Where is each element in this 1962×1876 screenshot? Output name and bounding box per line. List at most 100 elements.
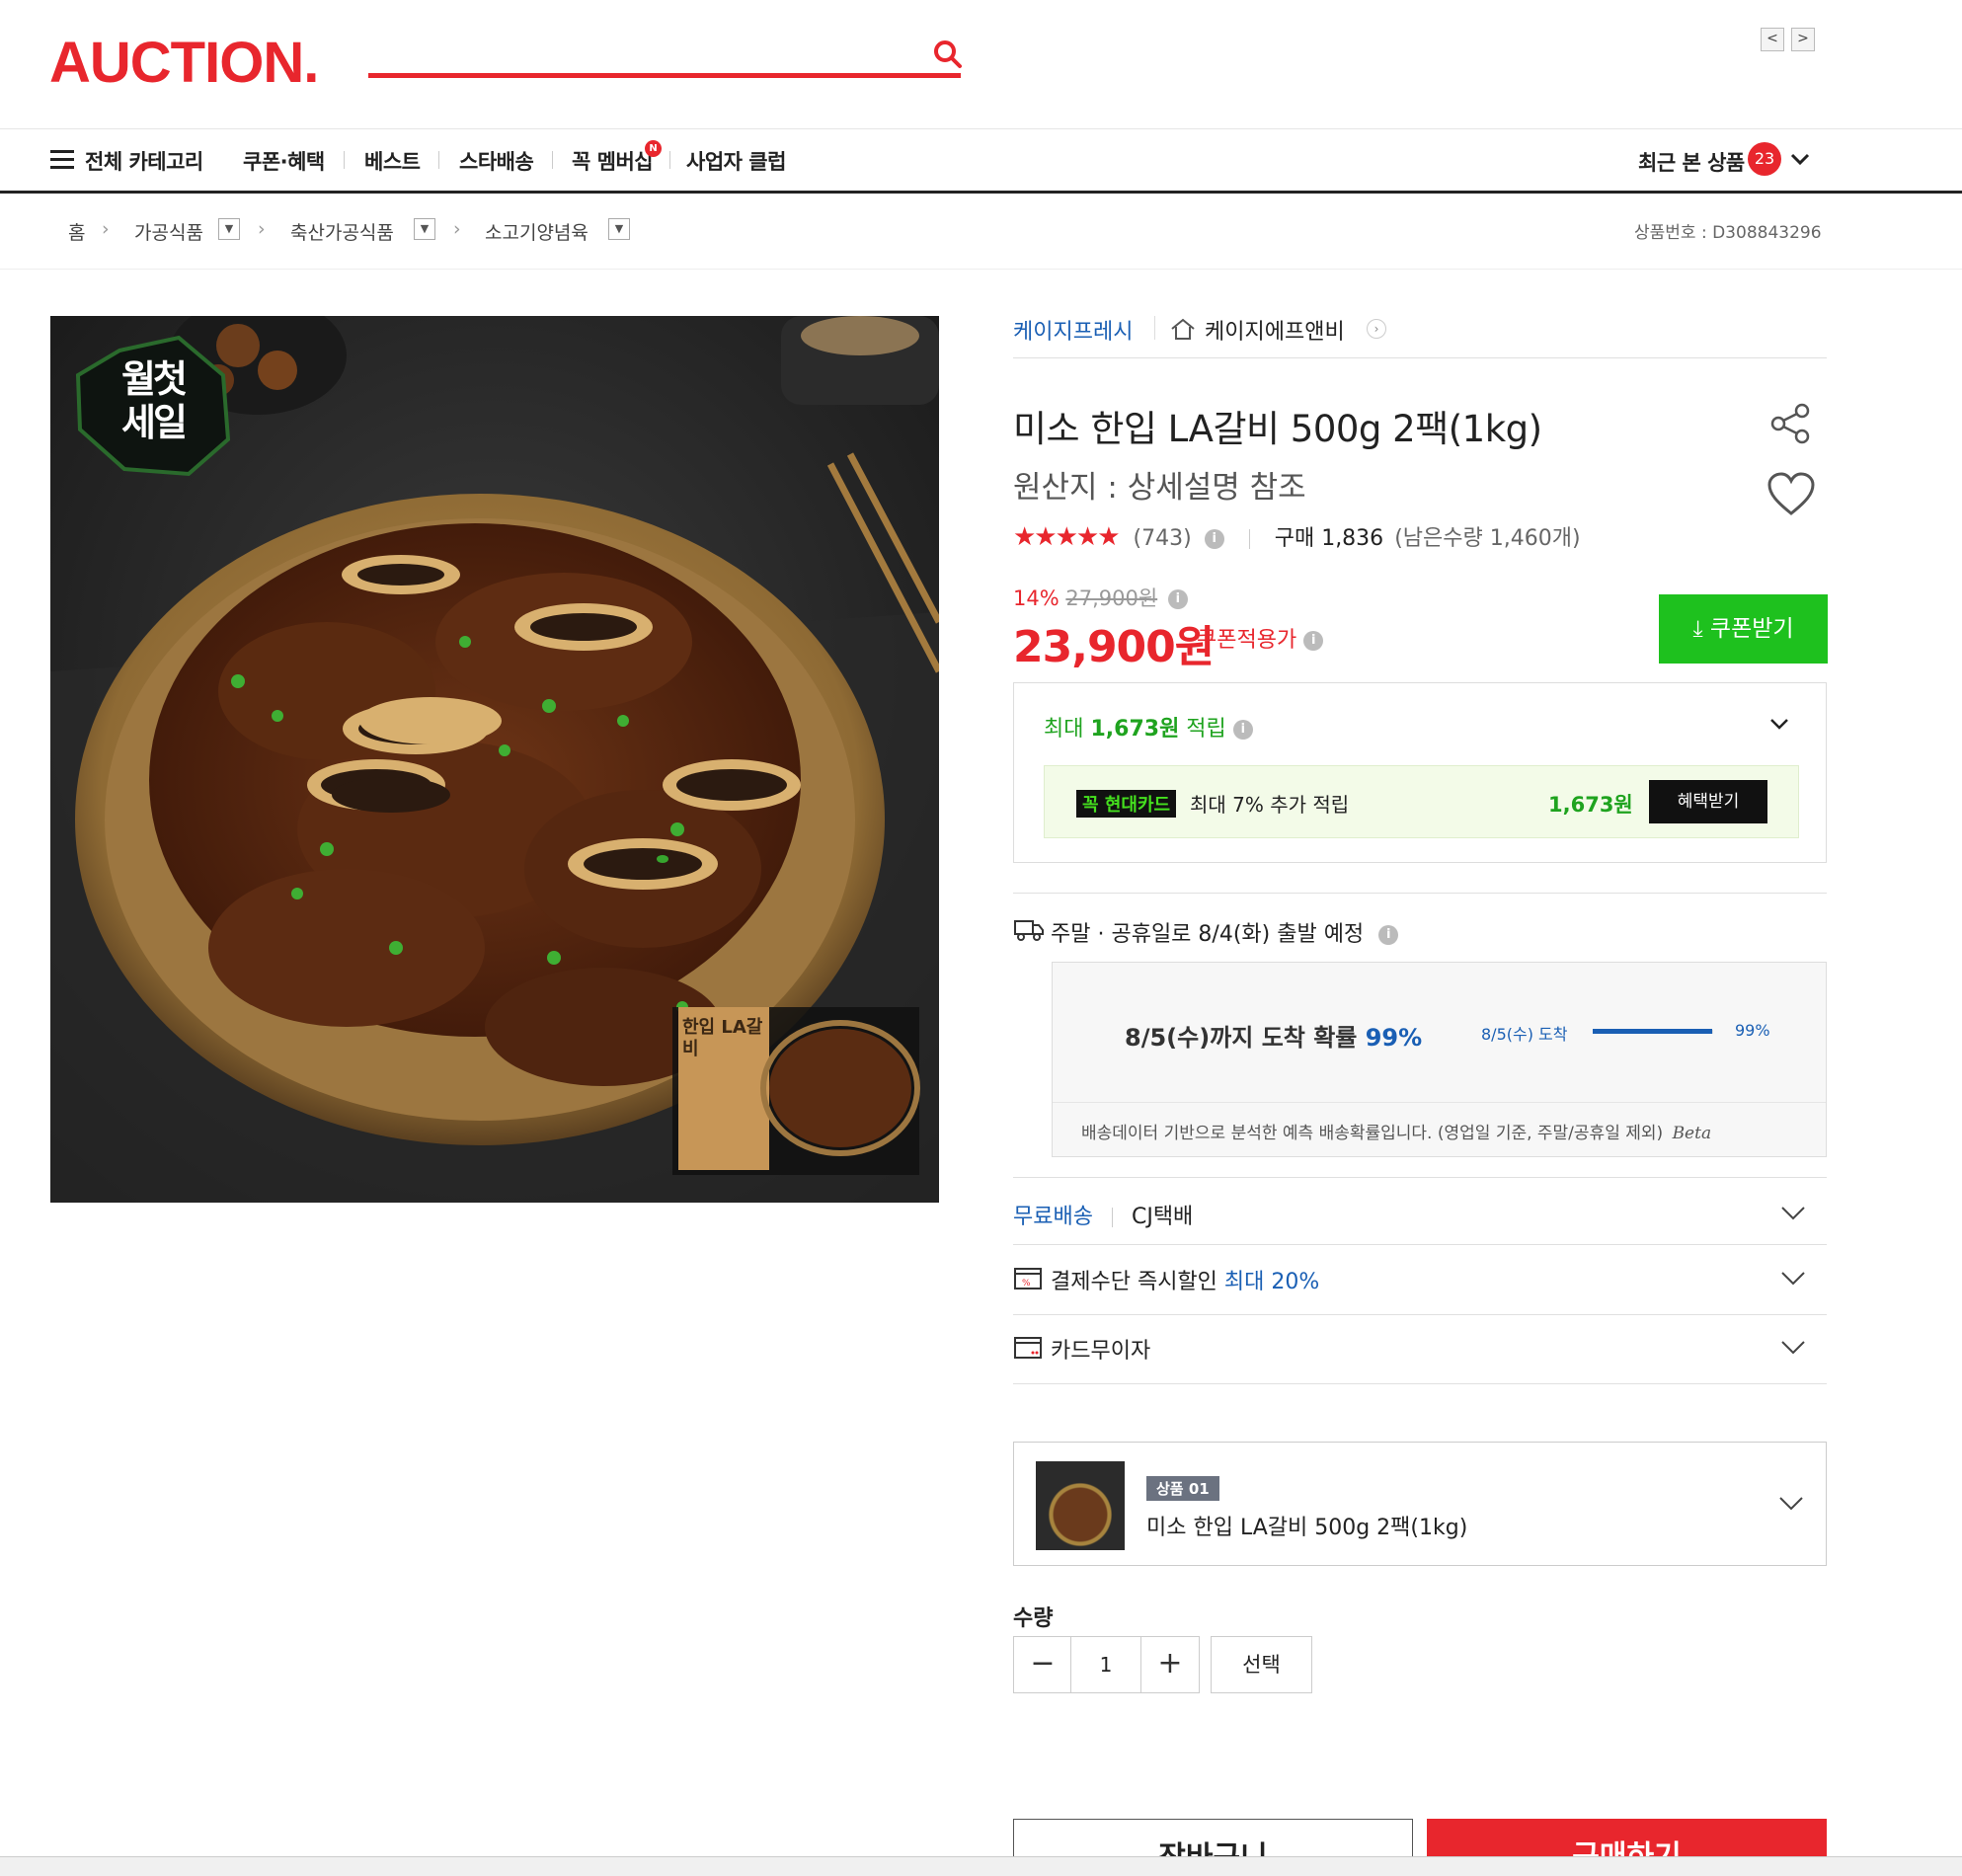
nav-divider — [552, 151, 553, 169]
divider — [1248, 529, 1250, 549]
menu-icon[interactable] — [50, 149, 74, 171]
probability-bar-fill — [1593, 1029, 1712, 1034]
quantity-minus-button[interactable]: − — [1014, 1637, 1071, 1692]
arrival-label: 8/5(수) 도착 — [1481, 1025, 1568, 1044]
card-icon — [1014, 1337, 1042, 1359]
card-points-amount: 1,673원 — [1548, 793, 1633, 817]
chevron-down-icon[interactable] — [1779, 1264, 1807, 1291]
breadcrumb-dropdown-icon[interactable]: ▼ — [218, 218, 240, 240]
chevron-down-icon[interactable] — [1768, 715, 1790, 733]
seller-name[interactable]: 케이지프레시 — [1013, 314, 1133, 346]
divider — [1013, 1383, 1827, 1384]
breadcrumb-dropdown-icon[interactable]: ▼ — [414, 218, 435, 240]
review-count[interactable]: (743) — [1134, 526, 1192, 551]
get-benefit-button[interactable]: 혜택받기 — [1649, 780, 1767, 823]
promo-badge-top: 월첫 — [121, 357, 188, 401]
divider — [1013, 1177, 1827, 1178]
nav-star-delivery[interactable]: 스타배송 — [459, 146, 534, 176]
nav-membership[interactable]: 꼭 멤버십 — [572, 146, 654, 176]
delivery-note: 배송데이터 기반으로 분석한 예측 배송확률입니다. (영업일 기준, 주말/공… — [1081, 1124, 1712, 1143]
product-number: 상품번호 : D308843296 — [1634, 223, 1822, 243]
store-home-icon — [1171, 318, 1195, 340]
quantity-plus-button[interactable]: + — [1141, 1637, 1199, 1692]
search-icon[interactable] — [930, 37, 966, 72]
quantity-input[interactable]: 1 — [1070, 1637, 1141, 1692]
quantity-label: 수량 — [1013, 1606, 1054, 1631]
divider — [1154, 316, 1155, 340]
discount-rate: 14% — [1013, 586, 1059, 610]
recent-count-badge[interactable]: 23 — [1748, 142, 1781, 176]
free-shipping-label: 무료배송 — [1013, 1205, 1093, 1229]
info-icon[interactable]: i — [1232, 720, 1253, 740]
interest-free-row[interactable]: 카드무이자 — [1051, 1333, 1150, 1365]
divider — [1013, 893, 1827, 894]
nav-divider — [669, 151, 670, 169]
nav-divider — [438, 151, 439, 169]
coupon-download-button[interactable]: ⤓ 쿠폰받기 — [1659, 594, 1828, 664]
store-name[interactable]: 케이지에프앤비 — [1205, 314, 1345, 346]
info-icon[interactable]: i — [1378, 925, 1399, 945]
hyundai-card-logo: 꼭 현대카드 — [1076, 790, 1177, 818]
product-origin: 원산지 : 상세설명 참조 — [1013, 470, 1306, 506]
auction-logo[interactable]: AUCTION. — [49, 30, 319, 96]
option-box[interactable] — [1013, 1442, 1827, 1566]
search-input[interactable] — [368, 73, 961, 78]
breadcrumb-chevron-icon: › — [102, 218, 110, 240]
rating-stars: ★★★★★ — [1013, 522, 1121, 552]
courier-name: CJ택배 — [1131, 1205, 1194, 1229]
rating-row: ★★★★★ (743) i 구매 1,836 (남은수량 1,460개) — [1013, 520, 1581, 552]
truck-icon — [1014, 920, 1044, 941]
promo-badge-bottom: 세일 — [121, 401, 188, 444]
breadcrumb-chevron-icon: › — [258, 218, 266, 240]
share-icon[interactable] — [1768, 401, 1814, 446]
breadcrumb-item[interactable]: 축산가공식품 — [290, 218, 394, 245]
purchase-count: 구매 1,836 — [1274, 526, 1384, 551]
payment-discount-max: 최대 20% — [1223, 1270, 1320, 1294]
divider — [1013, 357, 1827, 358]
breadcrumb-home[interactable]: 홈 — [68, 218, 85, 245]
shipping-row[interactable]: 무료배송 CJ택배 — [1013, 1199, 1193, 1230]
max-points-amount: 1,673원 — [1090, 717, 1180, 742]
select-button[interactable]: 선택 — [1211, 1636, 1312, 1693]
chevron-down-icon[interactable] — [1777, 1489, 1805, 1517]
new-badge: N — [645, 140, 662, 157]
probability-bar-value: 99% — [1735, 1021, 1770, 1040]
chevron-down-icon[interactable] — [1789, 150, 1811, 168]
divider — [1111, 1208, 1113, 1227]
max-points: 최대 1,673원 적립 i — [1044, 711, 1253, 743]
divider — [1013, 1314, 1827, 1315]
next-button[interactable]: > — [1791, 28, 1815, 51]
discount-row: 14% 27,900원 i — [1013, 583, 1188, 612]
divider — [1013, 1244, 1827, 1245]
nav-all-categories[interactable]: 전체 카테고리 — [85, 146, 203, 176]
option-thumbnail — [1036, 1461, 1125, 1550]
original-price: 27,900원 — [1065, 586, 1158, 610]
bottom-scrollbar[interactable] — [0, 1856, 1962, 1876]
chevron-down-icon[interactable] — [1779, 1333, 1807, 1361]
chevron-down-icon[interactable] — [1779, 1199, 1807, 1226]
info-icon[interactable]: i — [1167, 589, 1188, 609]
probability-value: 99% — [1365, 1024, 1423, 1052]
card-promo-text: 최대 7% 추가 적립 — [1190, 793, 1350, 817]
breadcrumb-item[interactable]: 가공식품 — [134, 218, 203, 245]
breadcrumb-item[interactable]: 소고기양념육 — [485, 218, 589, 245]
breadcrumb-chevron-icon: › — [453, 218, 461, 240]
payment-discount-row[interactable]: 결제수단 즉시할인 최대 20% — [1051, 1264, 1319, 1295]
nav-best[interactable]: 베스트 — [364, 146, 421, 176]
coupon-price-label: 쿠폰적용가 i — [1197, 622, 1324, 654]
shipping-schedule: 주말 · 공휴일로 8/4(화) 출발 예정 i — [1051, 916, 1399, 948]
heart-icon[interactable] — [1766, 472, 1816, 517]
breadcrumb-dropdown-icon[interactable]: ▼ — [608, 218, 630, 240]
store-arrow-icon[interactable]: › — [1367, 319, 1386, 339]
nav-coupon-benefits[interactable]: 쿠폰·혜택 — [243, 146, 325, 176]
remaining-stock: (남은수량 1,460개) — [1394, 526, 1581, 551]
nav-business-club[interactable]: 사업자 클럽 — [686, 146, 786, 176]
product-image[interactable]: 월첫 세일 한입 LA갈비 — [50, 316, 939, 1203]
info-icon[interactable]: i — [1204, 529, 1224, 549]
breadcrumb-divider — [0, 269, 1962, 270]
info-icon[interactable]: i — [1303, 631, 1324, 651]
prev-button[interactable]: < — [1761, 28, 1784, 51]
svg-text:%: % — [1022, 1279, 1031, 1289]
recent-items-label[interactable]: 최근 본 상품 — [1638, 147, 1745, 177]
product-title: 미소 한입 LA갈비 500g 2팩(1kg) — [1013, 408, 1542, 450]
